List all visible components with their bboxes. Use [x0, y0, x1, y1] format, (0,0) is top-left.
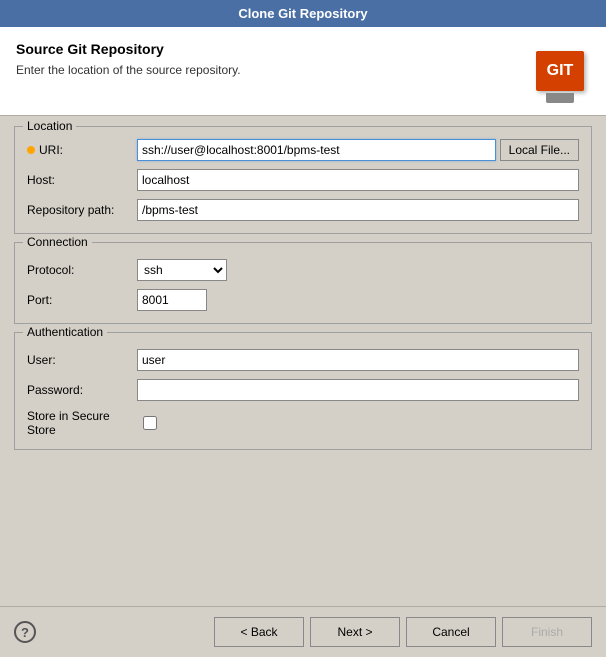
header-section: Source Git Repository Enter the location…	[0, 27, 606, 116]
host-row: Host:	[27, 169, 579, 191]
uri-row: URI: Local File...	[27, 139, 579, 161]
password-row: Password:	[27, 379, 579, 401]
connection-group-label: Connection	[23, 235, 92, 249]
body-section: Location URI: Local File... Host: Repo	[0, 116, 606, 606]
location-group: Location URI: Local File... Host: Repo	[14, 126, 592, 234]
authentication-group: Authentication User: Password: Store in …	[14, 332, 592, 450]
uri-input[interactable]	[137, 139, 496, 161]
port-row: Port:	[27, 289, 579, 311]
git-icon-connector	[546, 93, 574, 103]
protocol-row: Protocol: ssh http https git	[27, 259, 579, 281]
back-button[interactable]: < Back	[214, 617, 304, 647]
title-bar-label: Clone Git Repository	[238, 6, 367, 21]
cancel-button[interactable]: Cancel	[406, 617, 496, 647]
next-button[interactable]: Next >	[310, 617, 400, 647]
secure-store-label: Store in Secure Store	[27, 409, 137, 437]
secure-store-row: Store in Secure Store	[27, 409, 579, 437]
host-input[interactable]	[137, 169, 579, 191]
git-icon: GIT	[530, 41, 590, 101]
port-input[interactable]	[137, 289, 207, 311]
authentication-group-label: Authentication	[23, 325, 107, 339]
header-subtitle: Enter the location of the source reposit…	[16, 63, 241, 77]
header-title: Source Git Repository	[16, 41, 241, 57]
title-bar: Clone Git Repository	[0, 0, 606, 27]
footer-buttons: < Back Next > Cancel Finish	[214, 617, 592, 647]
host-label: Host:	[27, 173, 137, 187]
local-file-button[interactable]: Local File...	[500, 139, 579, 161]
repository-path-input[interactable]	[137, 199, 579, 221]
dialog-content: Source Git Repository Enter the location…	[0, 27, 606, 657]
repository-path-row: Repository path:	[27, 199, 579, 221]
user-label: User:	[27, 353, 137, 367]
repository-path-label: Repository path:	[27, 203, 137, 217]
protocol-select[interactable]: ssh http https git	[137, 259, 227, 281]
uri-input-wrapper: Local File...	[137, 139, 579, 161]
footer-section: ? < Back Next > Cancel Finish	[0, 606, 606, 657]
body-spacer	[14, 458, 592, 596]
header-text: Source Git Repository Enter the location…	[16, 41, 241, 77]
user-row: User:	[27, 349, 579, 371]
uri-indicator-dot	[27, 146, 35, 154]
help-button[interactable]: ?	[14, 621, 36, 643]
password-input[interactable]	[137, 379, 579, 401]
user-input[interactable]	[137, 349, 579, 371]
port-label: Port:	[27, 293, 137, 307]
uri-label: URI:	[27, 143, 137, 157]
protocol-label: Protocol:	[27, 263, 137, 277]
password-label: Password:	[27, 383, 137, 397]
secure-store-checkbox[interactable]	[143, 416, 157, 430]
connection-group: Connection Protocol: ssh http https git …	[14, 242, 592, 324]
location-group-label: Location	[23, 119, 76, 133]
git-logo: GIT	[536, 51, 584, 91]
finish-button[interactable]: Finish	[502, 617, 592, 647]
